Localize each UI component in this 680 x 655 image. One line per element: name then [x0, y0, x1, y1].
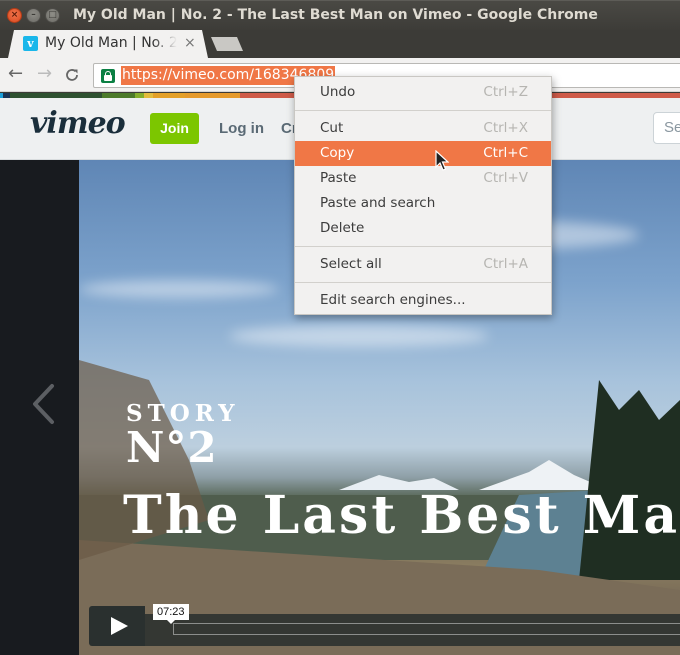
- window-minimize-button[interactable]: –: [26, 8, 41, 23]
- lock-icon[interactable]: [101, 69, 115, 83]
- time-tooltip: 07:23: [153, 604, 189, 624]
- maximize-icon: □: [48, 10, 57, 20]
- progress-bar[interactable]: [173, 623, 680, 635]
- menu-item-delete[interactable]: Delete: [295, 216, 551, 241]
- site-search-input[interactable]: Search: [653, 112, 680, 144]
- new-tab-button[interactable]: [211, 37, 243, 51]
- tab-strip: v My Old Man | No. 2 - The Last Best Man…: [0, 30, 680, 58]
- tab-title: My Old Man | No. 2 - The Last Best Man o…: [45, 35, 177, 51]
- tab-vimeo[interactable]: v My Old Man | No. 2 - The Last Best Man…: [8, 30, 208, 58]
- menu-item-label: Paste: [320, 170, 357, 186]
- window-titlebar: × – □ My Old Man | No. 2 - The Last Best…: [0, 0, 680, 30]
- menu-item-label: Delete: [320, 220, 365, 236]
- player-controls: 07:23: [89, 604, 680, 646]
- menu-item-edit-search-engines[interactable]: Edit search engines...: [295, 288, 551, 313]
- menu-item-copy[interactable]: Copy Ctrl+C: [295, 141, 551, 166]
- vimeo-logo[interactable]: vimeo: [30, 106, 126, 141]
- window-close-button[interactable]: ×: [7, 8, 22, 23]
- vimeo-favicon-icon: v: [23, 36, 38, 51]
- minimize-icon: –: [31, 10, 36, 20]
- menu-item-paste-and-search[interactable]: Paste and search: [295, 191, 551, 216]
- mouse-cursor-icon: [435, 150, 449, 171]
- back-button[interactable]: ←: [8, 64, 23, 84]
- menu-item-paste[interactable]: Paste Ctrl+V: [295, 166, 551, 191]
- menu-item-label: Cut: [320, 120, 344, 136]
- menu-separator: [295, 282, 551, 283]
- context-menu: Undo Ctrl+Z Cut Ctrl+X Copy Ctrl+C Paste Ctrl+V…: [294, 76, 552, 315]
- window-title: My Old Man | No. 2 - The Last Best Man o…: [73, 7, 598, 23]
- window-maximize-button[interactable]: □: [45, 8, 60, 23]
- video-title-overlay: The Last Best Man: [123, 485, 680, 546]
- menu-item-label: Copy: [320, 145, 355, 161]
- join-button[interactable]: Join: [150, 113, 199, 144]
- menu-item-select-all[interactable]: Select all Ctrl+A: [295, 252, 551, 277]
- menu-item-shortcut: Ctrl+C: [483, 145, 528, 161]
- forward-button[interactable]: →: [37, 64, 52, 84]
- menu-item-label: Undo: [320, 84, 356, 100]
- reload-button[interactable]: [64, 64, 80, 88]
- reload-icon: [66, 69, 78, 81]
- menu-item-shortcut: Ctrl+X: [483, 120, 528, 136]
- close-icon: ×: [10, 10, 19, 20]
- menu-item-shortcut: Ctrl+Z: [483, 84, 528, 100]
- menu-separator: [295, 110, 551, 111]
- menu-item-label: Paste and search: [320, 195, 436, 211]
- story-number: N°2: [126, 423, 218, 472]
- menu-item-label: Edit search engines...: [320, 292, 466, 308]
- tab-close-icon[interactable]: ×: [184, 35, 196, 51]
- menu-separator: [295, 246, 551, 247]
- menu-item-shortcut: Ctrl+V: [483, 170, 528, 186]
- play-button[interactable]: [89, 606, 145, 646]
- menu-item-undo[interactable]: Undo Ctrl+Z: [295, 80, 551, 105]
- menu-item-shortcut: Ctrl+A: [483, 256, 528, 272]
- menu-item-cut[interactable]: Cut Ctrl+X: [295, 116, 551, 141]
- menu-item-label: Select all: [320, 256, 382, 272]
- previous-arrow-icon[interactable]: [30, 383, 56, 425]
- login-link[interactable]: Log in: [219, 120, 264, 137]
